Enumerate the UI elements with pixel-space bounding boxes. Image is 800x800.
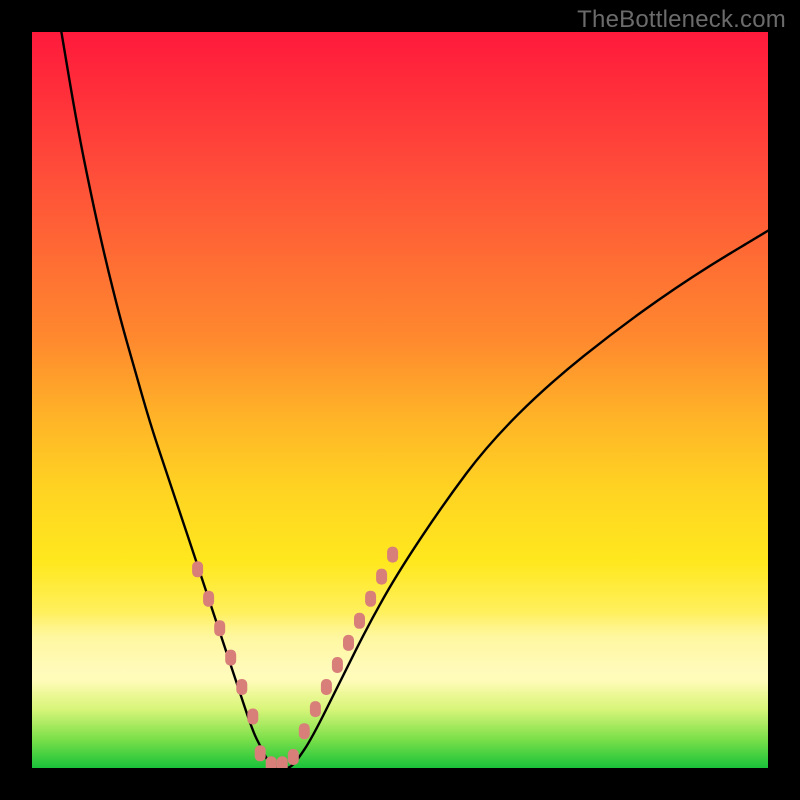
marker-dot — [225, 650, 236, 666]
outer-frame: TheBottleneck.com — [0, 0, 800, 800]
marker-dot — [343, 635, 354, 651]
marker-dot — [266, 756, 277, 768]
marker-dot — [192, 561, 203, 577]
marker-dot — [203, 591, 214, 607]
marker-dot — [310, 701, 321, 717]
watermark-text: TheBottleneck.com — [577, 6, 786, 34]
marker-dot — [376, 569, 387, 585]
marker-dot — [236, 679, 247, 695]
chart-svg — [32, 32, 768, 768]
bottleneck-curve — [61, 32, 768, 768]
marker-dot — [365, 591, 376, 607]
marker-dot — [277, 756, 288, 768]
marker-dot — [354, 613, 365, 629]
marker-dot — [255, 745, 266, 761]
marker-dot — [387, 547, 398, 563]
marker-dots — [192, 547, 398, 768]
plot-area — [32, 32, 768, 768]
marker-dot — [288, 749, 299, 765]
marker-dot — [332, 657, 343, 673]
marker-dot — [247, 709, 258, 725]
marker-dot — [299, 723, 310, 739]
marker-dot — [214, 620, 225, 636]
marker-dot — [321, 679, 332, 695]
